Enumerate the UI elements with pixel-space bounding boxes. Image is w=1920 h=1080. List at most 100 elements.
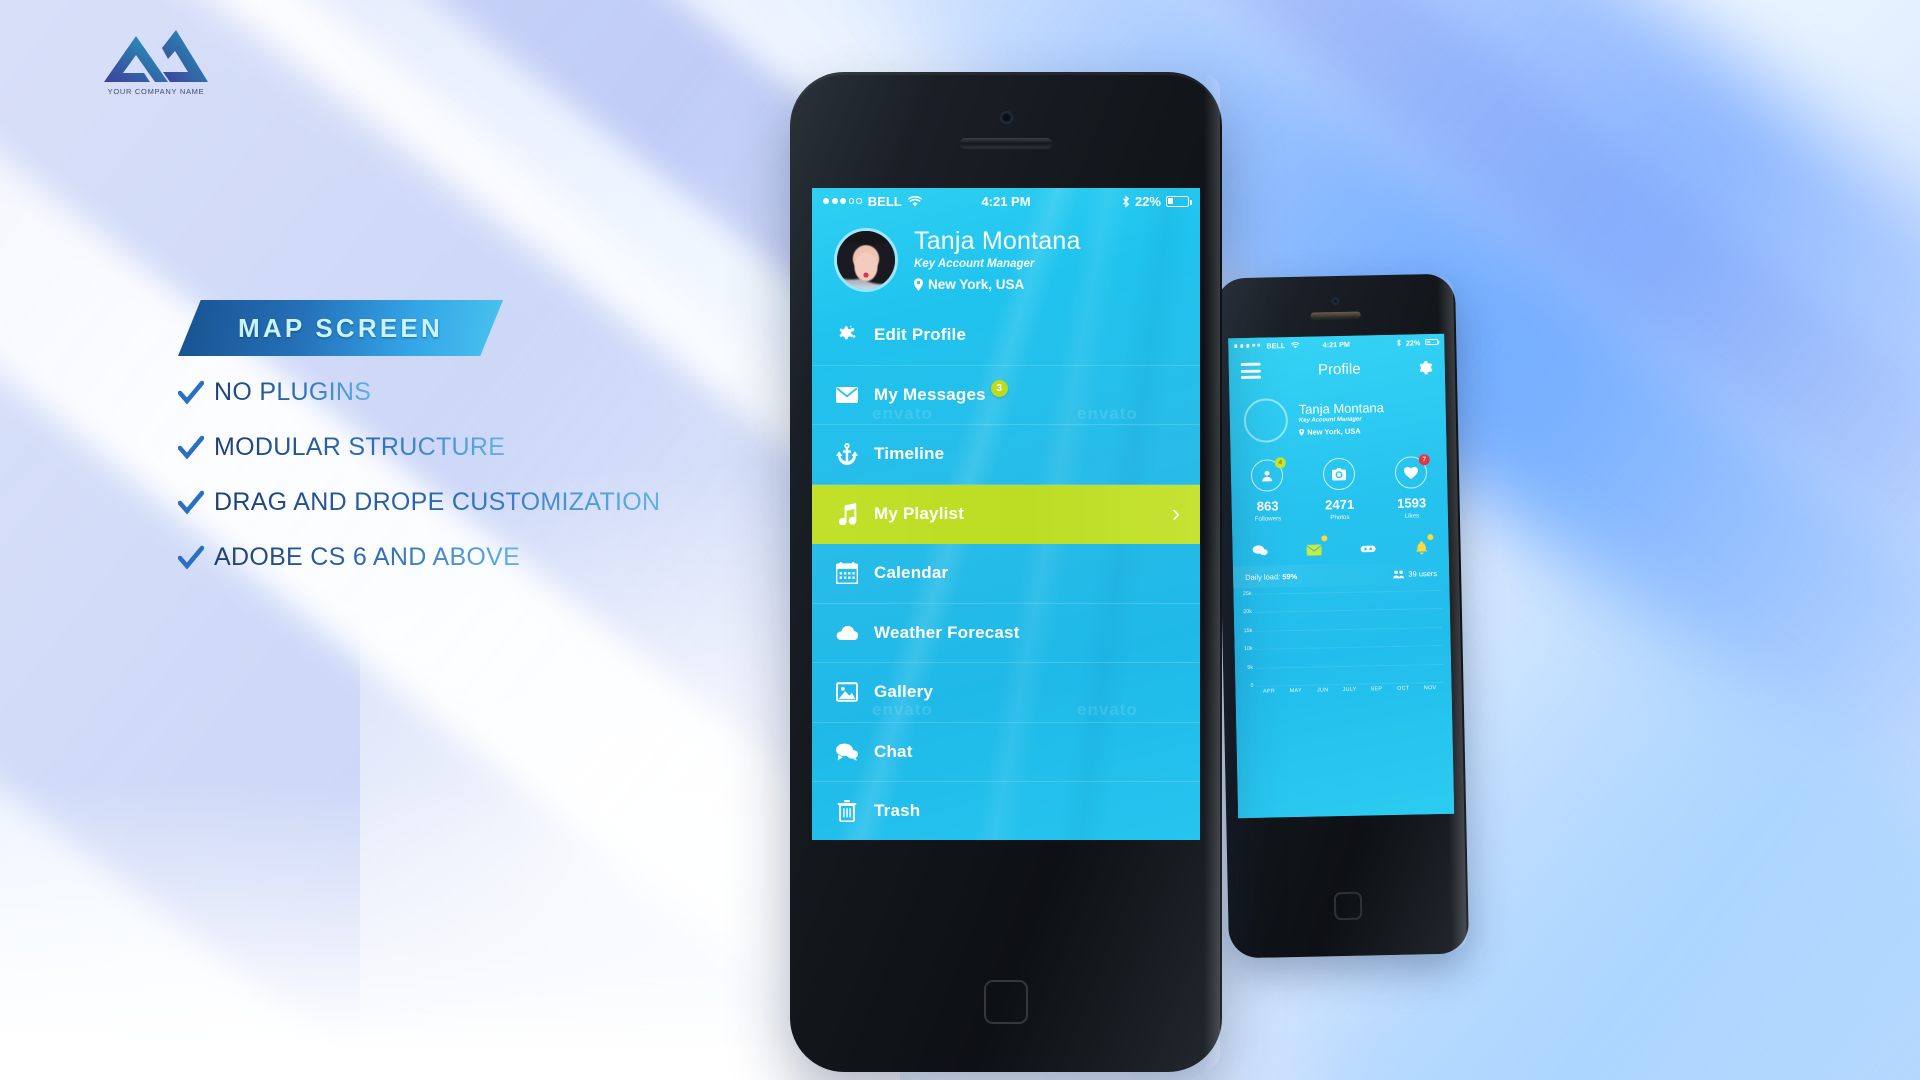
social-comment[interactable] xyxy=(1232,533,1287,568)
chart-xtick: APR xyxy=(1262,688,1276,695)
menu-item-gallery[interactable]: Gallery xyxy=(812,663,1200,723)
chart-xtick: JULY xyxy=(1342,686,1357,694)
profile-location: New York, USA xyxy=(914,277,1081,292)
battery-icon xyxy=(1166,195,1192,207)
avatar xyxy=(834,228,898,292)
notification-dot xyxy=(1321,535,1328,542)
earpiece-speaker xyxy=(960,138,1052,148)
chat-icon xyxy=(834,739,860,765)
feature-item: MODULAR STRUCTURE xyxy=(178,433,660,462)
feature-label: MODULAR STRUCTURE xyxy=(214,433,506,461)
chart-ytick: 0 xyxy=(1250,682,1254,689)
gear-icon[interactable] xyxy=(1418,360,1433,375)
check-icon xyxy=(178,380,204,404)
unread-badge: 3 xyxy=(990,379,1008,397)
active-users: 39 users xyxy=(1393,568,1437,578)
stat-badge: 4 xyxy=(1274,457,1286,469)
front-camera xyxy=(1000,112,1012,123)
signal-strength-icon xyxy=(1234,344,1261,348)
stat-photos[interactable]: 2471 Photos xyxy=(1303,457,1376,530)
chart-xtick: SEP xyxy=(1370,686,1383,693)
chart-ytick: 5k xyxy=(1247,664,1254,671)
stat-label: Photos xyxy=(1330,513,1350,522)
camera-icon xyxy=(1331,467,1347,480)
stat-ring xyxy=(1322,457,1356,491)
menu-item-edit-profile[interactable]: Edit Profile xyxy=(812,306,1200,366)
anchor-icon xyxy=(834,441,860,467)
company-name: YOUR COMPANY NAME xyxy=(107,87,205,96)
feature-label: DRAG AND DROPE CUSTOMIZATION xyxy=(214,488,661,516)
profile-name: Tanja Montana xyxy=(1298,400,1385,417)
battery-percent: 22% xyxy=(1134,193,1161,209)
promo-panel: MAP SCREEN NO PLUGINS MODULAR STRUCTURE … xyxy=(178,300,660,572)
stat-ring: 7 xyxy=(1394,454,1430,489)
menu-item-chat[interactable]: Chat xyxy=(812,723,1200,782)
chart-bars xyxy=(1254,590,1444,686)
location-pin-icon xyxy=(914,277,923,291)
menu-item-label: My Messages xyxy=(874,384,986,404)
status-bar: BELL 4:21 PM 22% xyxy=(812,188,1200,214)
notification-dot xyxy=(1427,534,1434,541)
menu-item-my-messages[interactable]: My Messages 3 xyxy=(812,366,1200,425)
home-button[interactable] xyxy=(984,980,1028,1024)
stat-badge: 7 xyxy=(1418,454,1430,466)
chart-xtick: MAY xyxy=(1289,687,1302,695)
stat-value: 863 xyxy=(1256,498,1279,514)
stat-ring: 4 xyxy=(1250,457,1286,492)
feature-item: ADOBE CS 6 AND ABOVE xyxy=(178,543,660,572)
main-menu-list: Edit Profile My Messages 3 Timeline My Playl… xyxy=(812,306,1200,840)
social-mail[interactable] xyxy=(1286,532,1341,567)
menu-item-timeline[interactable]: Timeline xyxy=(812,425,1200,485)
profile-location: New York, USA xyxy=(1299,426,1384,437)
mail-icon xyxy=(1305,543,1322,556)
stat-likes[interactable]: 7 1593 Likes xyxy=(1375,454,1448,529)
chart-plot-area: 25k 20k 15k 10k 5k 0 xyxy=(1243,589,1444,689)
feature-label: NO PLUGINS xyxy=(214,378,372,406)
chart-ytick: 15k xyxy=(1243,627,1253,634)
comment-icon xyxy=(1252,545,1268,556)
menu-screen: BELL 4:21 PM 22% Tanja Montana Key Accou… xyxy=(812,188,1200,840)
earpiece-speaker xyxy=(1310,311,1361,319)
bluetooth-icon xyxy=(1396,339,1401,347)
wifi-icon xyxy=(907,195,922,207)
chart-xtick: NOV xyxy=(1423,685,1437,692)
primary-phone-mockup: BELL 4:21 PM 22% Tanja Montana Key Accou… xyxy=(790,72,1222,1072)
profile-header: Tanja Montana Key Account Manager New Yo… xyxy=(1229,386,1446,453)
daily-load: Daily load: 59% xyxy=(1245,571,1297,581)
chevron-right-icon: › xyxy=(1172,500,1180,528)
social-link[interactable] xyxy=(1340,531,1395,566)
social-bell[interactable] xyxy=(1394,530,1449,565)
nav-title: Profile xyxy=(1317,360,1361,378)
chart-xtick: OCT xyxy=(1397,685,1410,692)
hamburger-icon[interactable] xyxy=(1240,362,1262,379)
menu-item-calendar[interactable]: Calendar xyxy=(812,544,1200,604)
menu-item-weather-forecast[interactable]: Weather Forecast xyxy=(812,604,1200,663)
menu-item-trash[interactable]: Trash xyxy=(812,782,1200,840)
menu-item-my-playlist[interactable]: My Playlist › xyxy=(812,484,1200,544)
profile-header: Tanja Montana Key Account Manager New Yo… xyxy=(812,214,1200,306)
home-button[interactable] xyxy=(1333,891,1363,921)
stats-row: 4 863 Followers 2471 Photos 7 1593 Likes xyxy=(1231,454,1448,533)
chart-xtick: JUN xyxy=(1316,687,1329,694)
gears-icon xyxy=(834,322,860,348)
nav-bar: Profile xyxy=(1228,350,1445,389)
mountain-logo-icon xyxy=(104,30,208,82)
menu-item-label: Gallery xyxy=(874,682,934,702)
heart-icon xyxy=(1403,466,1418,479)
profile-role: Key Account Manager xyxy=(1298,416,1362,424)
front-camera xyxy=(1332,298,1339,305)
battery-percent: 22% xyxy=(1405,337,1421,348)
location-pin-icon xyxy=(1299,428,1305,436)
carrier-label: BELL xyxy=(867,193,902,209)
daily-load-value: 59% xyxy=(1282,571,1298,581)
feature-item: NO PLUGINS xyxy=(178,378,660,407)
stat-label: Followers xyxy=(1254,515,1282,523)
menu-item-label: Edit Profile xyxy=(874,325,967,345)
stat-value: 2471 xyxy=(1325,496,1355,513)
image-icon xyxy=(834,679,860,705)
daily-load-label: Daily load: xyxy=(1245,571,1281,582)
menu-item-label: Weather Forecast xyxy=(874,622,1020,642)
stat-followers[interactable]: 4 863 Followers xyxy=(1231,457,1304,532)
secondary-phone-mockup: BELL 4:21 PM 22% Profile Tanja Montana K… xyxy=(1214,273,1470,959)
profile-location-label: New York, USA xyxy=(928,276,1025,292)
